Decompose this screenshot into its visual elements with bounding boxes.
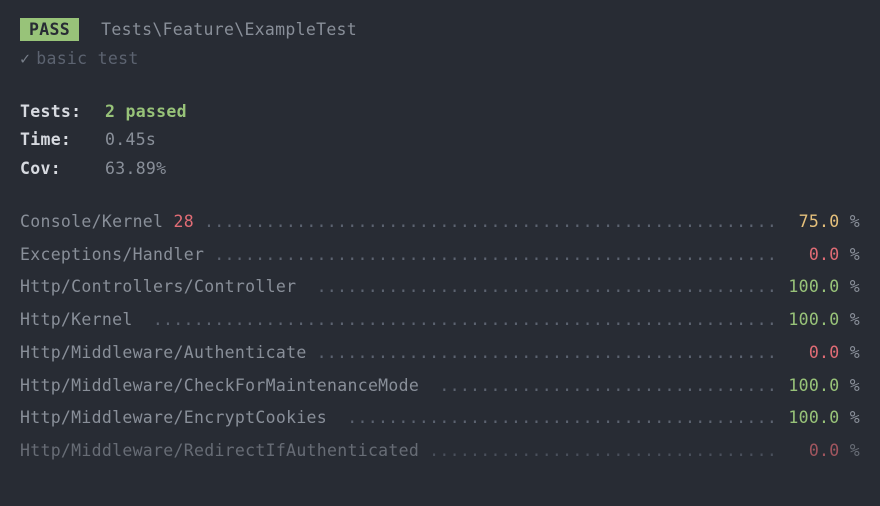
coverage-path: Http/Controllers/Controller: [20, 275, 307, 300]
summary-time: Time: 0.45s: [20, 128, 860, 153]
coverage-row: Http/Middleware/Authenticate............…: [20, 341, 860, 366]
test-path: Tests\Feature\ExampleTest: [101, 20, 357, 39]
coverage-dots: ........................................…: [317, 275, 778, 300]
coverage-dots: ........................................…: [317, 341, 778, 366]
coverage-path: Http/Middleware/EncryptCookies: [20, 406, 337, 431]
coverage-dots: ........................................…: [439, 374, 777, 399]
coverage-percent: 75.0 %: [782, 210, 860, 235]
summary-tests-value: 2 passed: [105, 100, 187, 125]
coverage-dots: ........................................…: [429, 439, 777, 464]
summary-tests-label: Tests:: [20, 100, 105, 125]
coverage-row: Http/Middleware/EncryptCookies .........…: [20, 406, 860, 431]
summary-cov-label: Cov:: [20, 157, 105, 182]
coverage-path: Exceptions/Handler: [20, 243, 204, 268]
coverage-path: Console/Kernel: [20, 210, 163, 235]
coverage-percent: 100.0 %: [782, 308, 860, 333]
check-icon: ✓: [20, 49, 30, 68]
coverage-row: Http/Middleware/RedirectIfAuthenticated.…: [20, 439, 860, 464]
coverage-percent: 100.0 %: [782, 374, 860, 399]
pass-badge: PASS: [20, 18, 79, 41]
coverage-percent: 100.0 %: [782, 406, 860, 431]
coverage-percent: 0.0 %: [782, 341, 860, 366]
summary-time-value: 0.45s: [105, 128, 156, 153]
coverage-path: Http/Middleware/RedirectIfAuthenticated: [20, 439, 419, 464]
test-case-line: ✓ basic test: [20, 47, 860, 72]
coverage-row: Http/Middleware/CheckForMaintenanceMode …: [20, 374, 860, 399]
coverage-path: Http/Middleware/CheckForMaintenanceMode: [20, 374, 429, 399]
summary-time-label: Time:: [20, 128, 105, 153]
coverage-row: Console/Kernel 28.......................…: [20, 210, 860, 235]
coverage-percent: 0.0 %: [782, 243, 860, 268]
summary-block: Tests: 2 passed Time: 0.45s Cov: 63.89%: [20, 100, 860, 182]
coverage-row: Http/Controllers/Controller ............…: [20, 275, 860, 300]
coverage-list: Console/Kernel 28.......................…: [20, 210, 860, 464]
coverage-row: Http/Kernel ............................…: [20, 308, 860, 333]
coverage-path: Http/Kernel: [20, 308, 143, 333]
summary-cov: Cov: 63.89%: [20, 157, 860, 182]
coverage-dots: ........................................…: [204, 210, 778, 235]
test-name: basic test: [36, 49, 138, 68]
summary-tests: Tests: 2 passed: [20, 100, 860, 125]
summary-cov-value: 63.89%: [105, 157, 166, 182]
coverage-percent: 0.0 %: [782, 439, 860, 464]
coverage-row: Exceptions/Handler......................…: [20, 243, 860, 268]
coverage-line-number: 28: [163, 210, 194, 235]
coverage-percent: 100.0 %: [782, 275, 860, 300]
test-result-line: PASS Tests\Feature\ExampleTest: [20, 18, 860, 43]
coverage-dots: ........................................…: [214, 243, 777, 268]
coverage-dots: ........................................…: [153, 308, 778, 333]
coverage-dots: ........................................…: [347, 406, 777, 431]
coverage-path: Http/Middleware/Authenticate: [20, 341, 307, 366]
